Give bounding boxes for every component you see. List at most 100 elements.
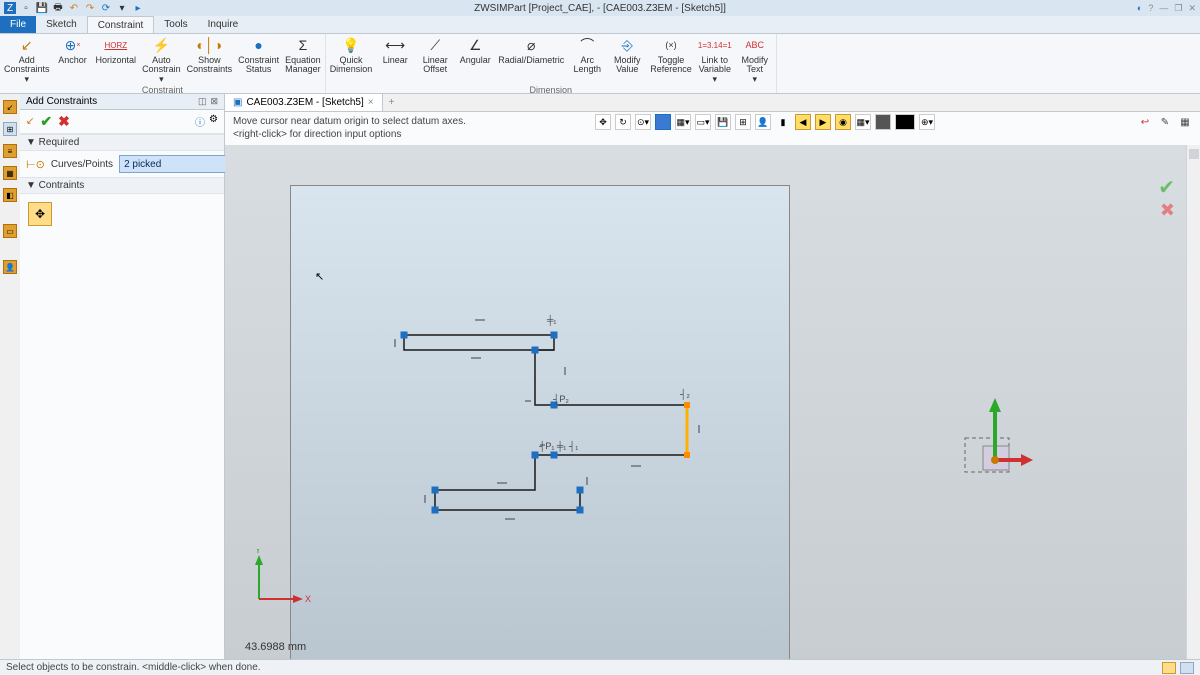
add-constraints-button[interactable]: ↙AddConstraints▾ — [4, 36, 50, 84]
vt-a[interactable]: ◀ — [795, 114, 811, 130]
rail-tool-7[interactable]: 👤 — [3, 260, 17, 274]
new-icon[interactable]: ▫ — [20, 2, 32, 14]
vt-e[interactable] — [875, 114, 891, 130]
constraint-status-button[interactable]: ●ConstraintStatus — [238, 36, 279, 84]
panel-close-icon[interactable]: ⊠ — [210, 96, 218, 107]
vt-f[interactable] — [895, 114, 915, 130]
panel-settings-icon[interactable]: ⚙ — [209, 114, 218, 129]
vt-pan[interactable]: ✥ — [595, 114, 611, 130]
panel-title-bar: Add Constraints ◫⊠ — [20, 94, 224, 110]
canvas[interactable]: ╪₁ ┤₂ ┤P₂ ┤P₁ ╪₁ ┤₁ Y — [225, 145, 1200, 659]
right-gutter-btn[interactable] — [1189, 149, 1199, 159]
panel-info-icon[interactable]: ⓘ — [195, 114, 205, 129]
canvas-confirm-button[interactable]: ✔ — [1158, 175, 1175, 200]
ribbon-group-dimension: 💡QuickDimension ⟷Linear ⟋LinearOffset ∠A… — [326, 34, 777, 93]
refresh-icon[interactable]: ⟳ — [100, 2, 112, 14]
document-tab[interactable]: ▣ CAE003.Z3EM - [Sketch5] × — [225, 94, 383, 111]
status-btn-1[interactable] — [1162, 662, 1176, 674]
ribbon-group-constraint: ↙AddConstraints▾ ⊕×Anchor HORZHorizontal… — [0, 34, 326, 93]
save-icon[interactable]: 💾 — [36, 2, 48, 14]
maximize-button[interactable]: ❐ — [1174, 3, 1182, 14]
arc-length-button[interactable]: ⌒ArcLength — [570, 36, 604, 84]
rail-tool-3[interactable]: ≡ — [3, 144, 17, 158]
menu-tab-constraint[interactable]: Constraint — [87, 16, 155, 33]
show-constraints-button[interactable]: ◐│◑ShowConstraints — [187, 36, 233, 84]
vt-user[interactable]: 👤 — [755, 114, 771, 130]
title-bar: Z ▫ 💾 🖶 ↶ ↷ ⟳ ▾ ▸ ZWSIMPart [Project_CAE… — [0, 0, 1200, 16]
rail-tool-2[interactable]: ⊞ — [3, 122, 17, 136]
menu-tab-sketch[interactable]: Sketch — [36, 16, 87, 33]
coordinate-readout: 43.6988 mm — [245, 641, 306, 653]
undo-icon[interactable]: ↶ — [68, 2, 80, 14]
auto-constrain-button[interactable]: ⚡AutoConstrain▾ — [142, 36, 181, 84]
doc-tab-add[interactable]: + — [383, 94, 401, 111]
sketch-polyline[interactable] — [404, 335, 687, 510]
toggle-reference-button[interactable]: (×)ToggleReference — [650, 36, 692, 84]
linear-button[interactable]: ⟷Linear — [378, 36, 412, 84]
auto-constrain-icon: ⚡ — [148, 36, 174, 54]
dropdown-icon[interactable]: ▾ — [116, 2, 128, 14]
hb-back-icon[interactable]: ↩ — [1138, 116, 1152, 130]
vt-rotate[interactable]: ↻ — [615, 114, 631, 130]
doc-tab-icon: ▣ — [233, 97, 242, 108]
horizontal-icon: HORZ — [103, 36, 129, 54]
vt-square[interactable] — [655, 114, 671, 130]
modify-text-button[interactable]: ABCModifyText▾ — [738, 36, 772, 84]
linear-icon: ⟷ — [382, 36, 408, 54]
menu-tab-inquire[interactable]: Inquire — [198, 16, 249, 33]
hb-layers-icon[interactable]: ▦ — [1178, 116, 1192, 130]
selected-vertex-1[interactable] — [684, 402, 690, 408]
minimize-button[interactable]: — — [1159, 3, 1168, 14]
rail-tool-1[interactable]: ↙ — [3, 100, 17, 114]
vt-d[interactable]: ▦▾ — [855, 114, 871, 130]
link-to-variable-button[interactable]: 1=3.14=1Link toVariable▾ — [698, 36, 732, 84]
rail-tool-4[interactable]: ▦ — [3, 166, 17, 180]
datum-triad[interactable] — [955, 390, 1035, 480]
panel-ok-button[interactable]: ✔ — [40, 113, 52, 130]
panel-cancel-button[interactable]: ✖ — [58, 113, 70, 130]
angular-button[interactable]: ∠Angular — [458, 36, 492, 84]
menu-tab-file[interactable]: File — [0, 16, 36, 33]
vt-b[interactable]: ▶ — [815, 114, 831, 130]
close-button[interactable]: ✕ — [1188, 3, 1196, 14]
status-btn-2[interactable] — [1180, 662, 1194, 674]
vt-c[interactable]: ◉ — [835, 114, 851, 130]
panel-pin-icon[interactable]: ◫ — [198, 96, 207, 107]
vt-win[interactable]: ⊞ — [735, 114, 751, 130]
hb-pencil-icon[interactable]: ✎ — [1158, 116, 1172, 130]
vt-grid[interactable]: ▦▾ — [675, 114, 691, 130]
rail-tool-5[interactable]: ◧ — [3, 188, 17, 202]
redo-icon[interactable]: ↷ — [84, 2, 96, 14]
required-header[interactable]: ▼ Required — [20, 134, 224, 151]
canvas-cancel-button[interactable]: ✖ — [1160, 200, 1175, 221]
constraints-header[interactable]: ▼ Contraints — [20, 177, 224, 194]
vt-sep: ▮ — [775, 114, 791, 130]
modify-value-button[interactable]: ⎆ModifyValue — [610, 36, 644, 84]
menu-tab-tools[interactable]: Tools — [154, 16, 197, 33]
horizontal-button[interactable]: HORZHorizontal — [96, 36, 137, 84]
selected-vertex-2[interactable] — [684, 452, 690, 458]
constraint-type-button[interactable]: ✥ — [28, 202, 52, 226]
anchor-icon: ⊕× — [60, 36, 86, 54]
doc-tab-close[interactable]: × — [368, 97, 374, 108]
right-gutter — [1186, 145, 1200, 659]
doc-tab-label: CAE003.Z3EM - [Sketch5] — [246, 97, 363, 108]
vt-zoom[interactable]: ⊙▾ — [635, 114, 651, 130]
vt-save[interactable]: 💾 — [715, 114, 731, 130]
app-title: ZWSIMPart [Project_CAE], - [CAE003.Z3EM … — [474, 3, 726, 14]
play-icon[interactable]: ▸ — [132, 2, 144, 14]
linear-offset-button[interactable]: ⟋LinearOffset — [418, 36, 452, 84]
anchor-button[interactable]: ⊕×Anchor — [56, 36, 90, 84]
panel-title: Add Constraints — [26, 96, 97, 107]
vt-box[interactable]: ▭▾ — [695, 114, 711, 130]
help-button[interactable]: ? — [1148, 3, 1153, 14]
radial-diametric-button[interactable]: ⌀Radial/Diametric — [498, 36, 564, 84]
panel-select-icon[interactable]: ↙ — [26, 116, 34, 127]
equation-manager-button[interactable]: ΣEquationManager — [285, 36, 321, 84]
help-icon[interactable]: ◐ — [1137, 3, 1142, 14]
quick-dimension-button[interactable]: 💡QuickDimension — [330, 36, 373, 84]
vertices — [401, 332, 583, 513]
rail-tool-6[interactable]: ▭ — [3, 224, 17, 238]
vt-g[interactable]: ⊕▾ — [919, 114, 935, 130]
print-icon[interactable]: 🖶 — [52, 2, 64, 14]
